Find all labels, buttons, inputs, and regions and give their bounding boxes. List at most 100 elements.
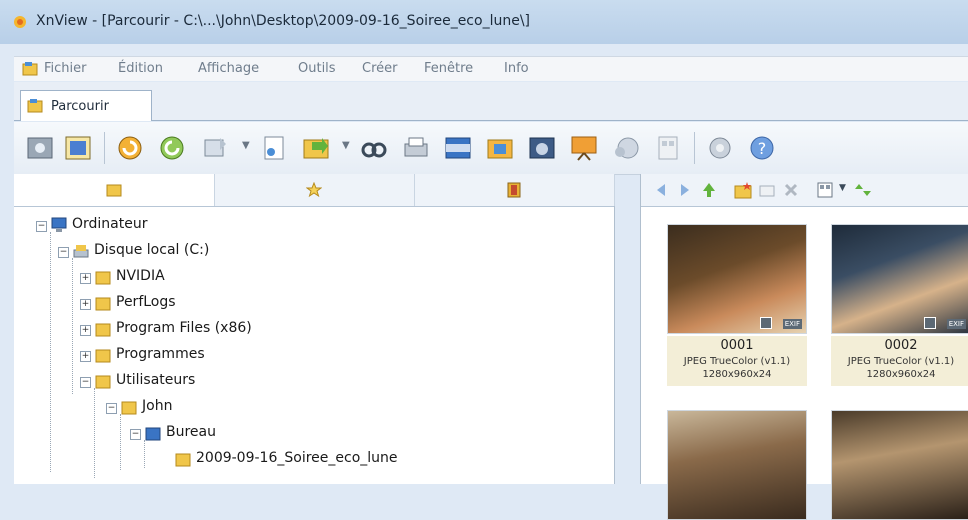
folder-icon (121, 401, 137, 415)
thumbnail-dimensions: 1280x960x24 (866, 369, 936, 380)
collapse-toggle[interactable]: − (80, 377, 91, 388)
drive-icon (73, 245, 89, 258)
expand-toggle[interactable]: + (80, 299, 91, 310)
tree-node-label: Program Files (x86) (116, 320, 252, 336)
collapse-toggle[interactable]: − (36, 221, 47, 232)
thumbnail-image (831, 410, 968, 520)
main-toolbar: ▼ ▼ ? (14, 122, 968, 175)
tab-parcourir[interactable]: Parcourir (20, 90, 152, 121)
window-title: XnView - [Parcourir - C:\...\John\Deskto… (36, 13, 530, 29)
folder-tree: − Ordinateur − Disque local (C:) + NVIDI… (14, 214, 614, 484)
dropdown-arrow-icon[interactable]: ▼ (342, 140, 350, 151)
menu-fenetre[interactable]: Fenêtre (424, 61, 473, 76)
folder-icon (95, 297, 111, 311)
thumbnail-caption: 0002 JPEG TrueColor (v1.1) 1280x960x24 (831, 336, 968, 386)
folder-icon (95, 375, 111, 389)
svg-text:?: ? (758, 139, 767, 158)
tree-node-label: John (142, 398, 173, 414)
menu-edition[interactable]: Édition (118, 61, 163, 76)
tab-categories[interactable] (414, 174, 615, 206)
delete-icon[interactable] (781, 180, 801, 200)
settings-icon[interactable] (704, 132, 736, 164)
dropdown-arrow-icon[interactable]: ▼ (839, 183, 846, 193)
properties-icon[interactable] (258, 132, 290, 164)
view-mode-icon[interactable] (815, 180, 835, 200)
rotate-left-icon[interactable] (114, 132, 146, 164)
transform-icon[interactable] (200, 132, 232, 164)
computer-icon (51, 217, 67, 232)
tree-node-label: 2009-09-16_Soiree_eco_lune (196, 450, 398, 466)
collapse-toggle[interactable]: − (106, 403, 117, 414)
contact-sheet-icon[interactable] (652, 132, 684, 164)
expand-toggle[interactable]: + (80, 325, 91, 336)
menu-outils[interactable]: Outils (298, 61, 336, 76)
thumbnail-image: EXIF (831, 224, 968, 334)
toolbar-separator (694, 132, 695, 164)
browser-icon (27, 99, 43, 113)
tree-node-label: PerfLogs (116, 294, 176, 310)
print-icon[interactable] (400, 132, 432, 164)
help-icon[interactable]: ? (746, 132, 778, 164)
thumbnail-panel: ▼ EXIF 0001 JPEG TrueColor (v1.1) 1280x9… (640, 174, 968, 520)
expand-toggle[interactable]: + (80, 351, 91, 362)
dropdown-arrow-icon[interactable]: ▼ (242, 140, 250, 151)
tab-favorites[interactable] (214, 174, 415, 206)
tree-node-label: Bureau (166, 424, 216, 440)
folder-icon (95, 323, 111, 337)
menu-affichage[interactable]: Affichage (198, 61, 259, 76)
folder-panel: − Ordinateur − Disque local (C:) + NVIDI… (14, 174, 615, 484)
folder-icon (95, 349, 111, 363)
bookmark-icon (507, 182, 521, 198)
star-icon (306, 182, 322, 198)
rotate-right-icon[interactable] (156, 132, 188, 164)
xnview-logo-icon (14, 16, 26, 28)
filmstrip-icon[interactable] (442, 132, 474, 164)
web-icon[interactable] (610, 132, 642, 164)
menu-creer[interactable]: Créer (362, 61, 397, 76)
tab-label: Parcourir (51, 99, 109, 114)
batch-icon[interactable] (484, 132, 516, 164)
collapse-toggle[interactable]: − (58, 247, 69, 258)
capture-icon[interactable] (526, 132, 558, 164)
find-icon[interactable] (358, 132, 390, 164)
folders-icon (106, 184, 122, 197)
folder-icon (95, 271, 111, 285)
fullscreen-icon[interactable] (62, 132, 94, 164)
thumbnail-image: EXIF (667, 224, 807, 334)
menu-fichier[interactable]: Fichier (44, 61, 87, 76)
rename-icon[interactable] (757, 180, 777, 200)
thumbnail-caption: 0001 JPEG TrueColor (v1.1) 1280x960x24 (667, 336, 807, 386)
toolbar-separator (104, 132, 105, 164)
up-folder-icon[interactable] (699, 180, 719, 200)
desktop-folder-icon (145, 427, 161, 441)
tree-node-label: Programmes (116, 346, 205, 362)
thumbnail-format: JPEG TrueColor (v1.1) (683, 356, 791, 367)
thumbnail-mini-icon (760, 317, 772, 329)
collapse-toggle[interactable]: − (130, 429, 141, 440)
back-arrow-icon[interactable] (651, 180, 671, 200)
tree-node-label: NVIDIA (116, 268, 165, 284)
tree-node-label: Disque local (C:) (94, 242, 210, 258)
thumbnail-name: 0001 (720, 338, 754, 353)
menu-info[interactable]: Info (504, 61, 529, 76)
expand-toggle[interactable]: + (80, 273, 91, 284)
folder-icon (175, 453, 191, 467)
folder-panel-tabs (14, 174, 615, 207)
sort-icon[interactable] (853, 180, 873, 200)
new-folder-icon[interactable] (733, 180, 753, 200)
view-icon[interactable] (24, 132, 56, 164)
thumbnail-mini-icon (924, 317, 936, 329)
slideshow-icon[interactable] (568, 132, 600, 164)
tab-folders[interactable] (14, 174, 215, 206)
browser-icon (22, 62, 38, 76)
thumbnail-grid: EXIF 0001 JPEG TrueColor (v1.1) 1280x960… (641, 216, 968, 520)
tab-strip: Parcourir (14, 82, 968, 121)
forward-arrow-icon[interactable] (675, 180, 695, 200)
thumbnail-toolbar: ▼ (641, 174, 968, 207)
thumbnail-image (667, 410, 807, 520)
tree-node-label: Ordinateur (72, 216, 148, 232)
tree-node-label: Utilisateurs (116, 372, 196, 388)
exif-badge: EXIF (782, 319, 802, 329)
thumbnail-dimensions: 1280x960x24 (702, 369, 772, 380)
convert-icon[interactable] (300, 132, 332, 164)
